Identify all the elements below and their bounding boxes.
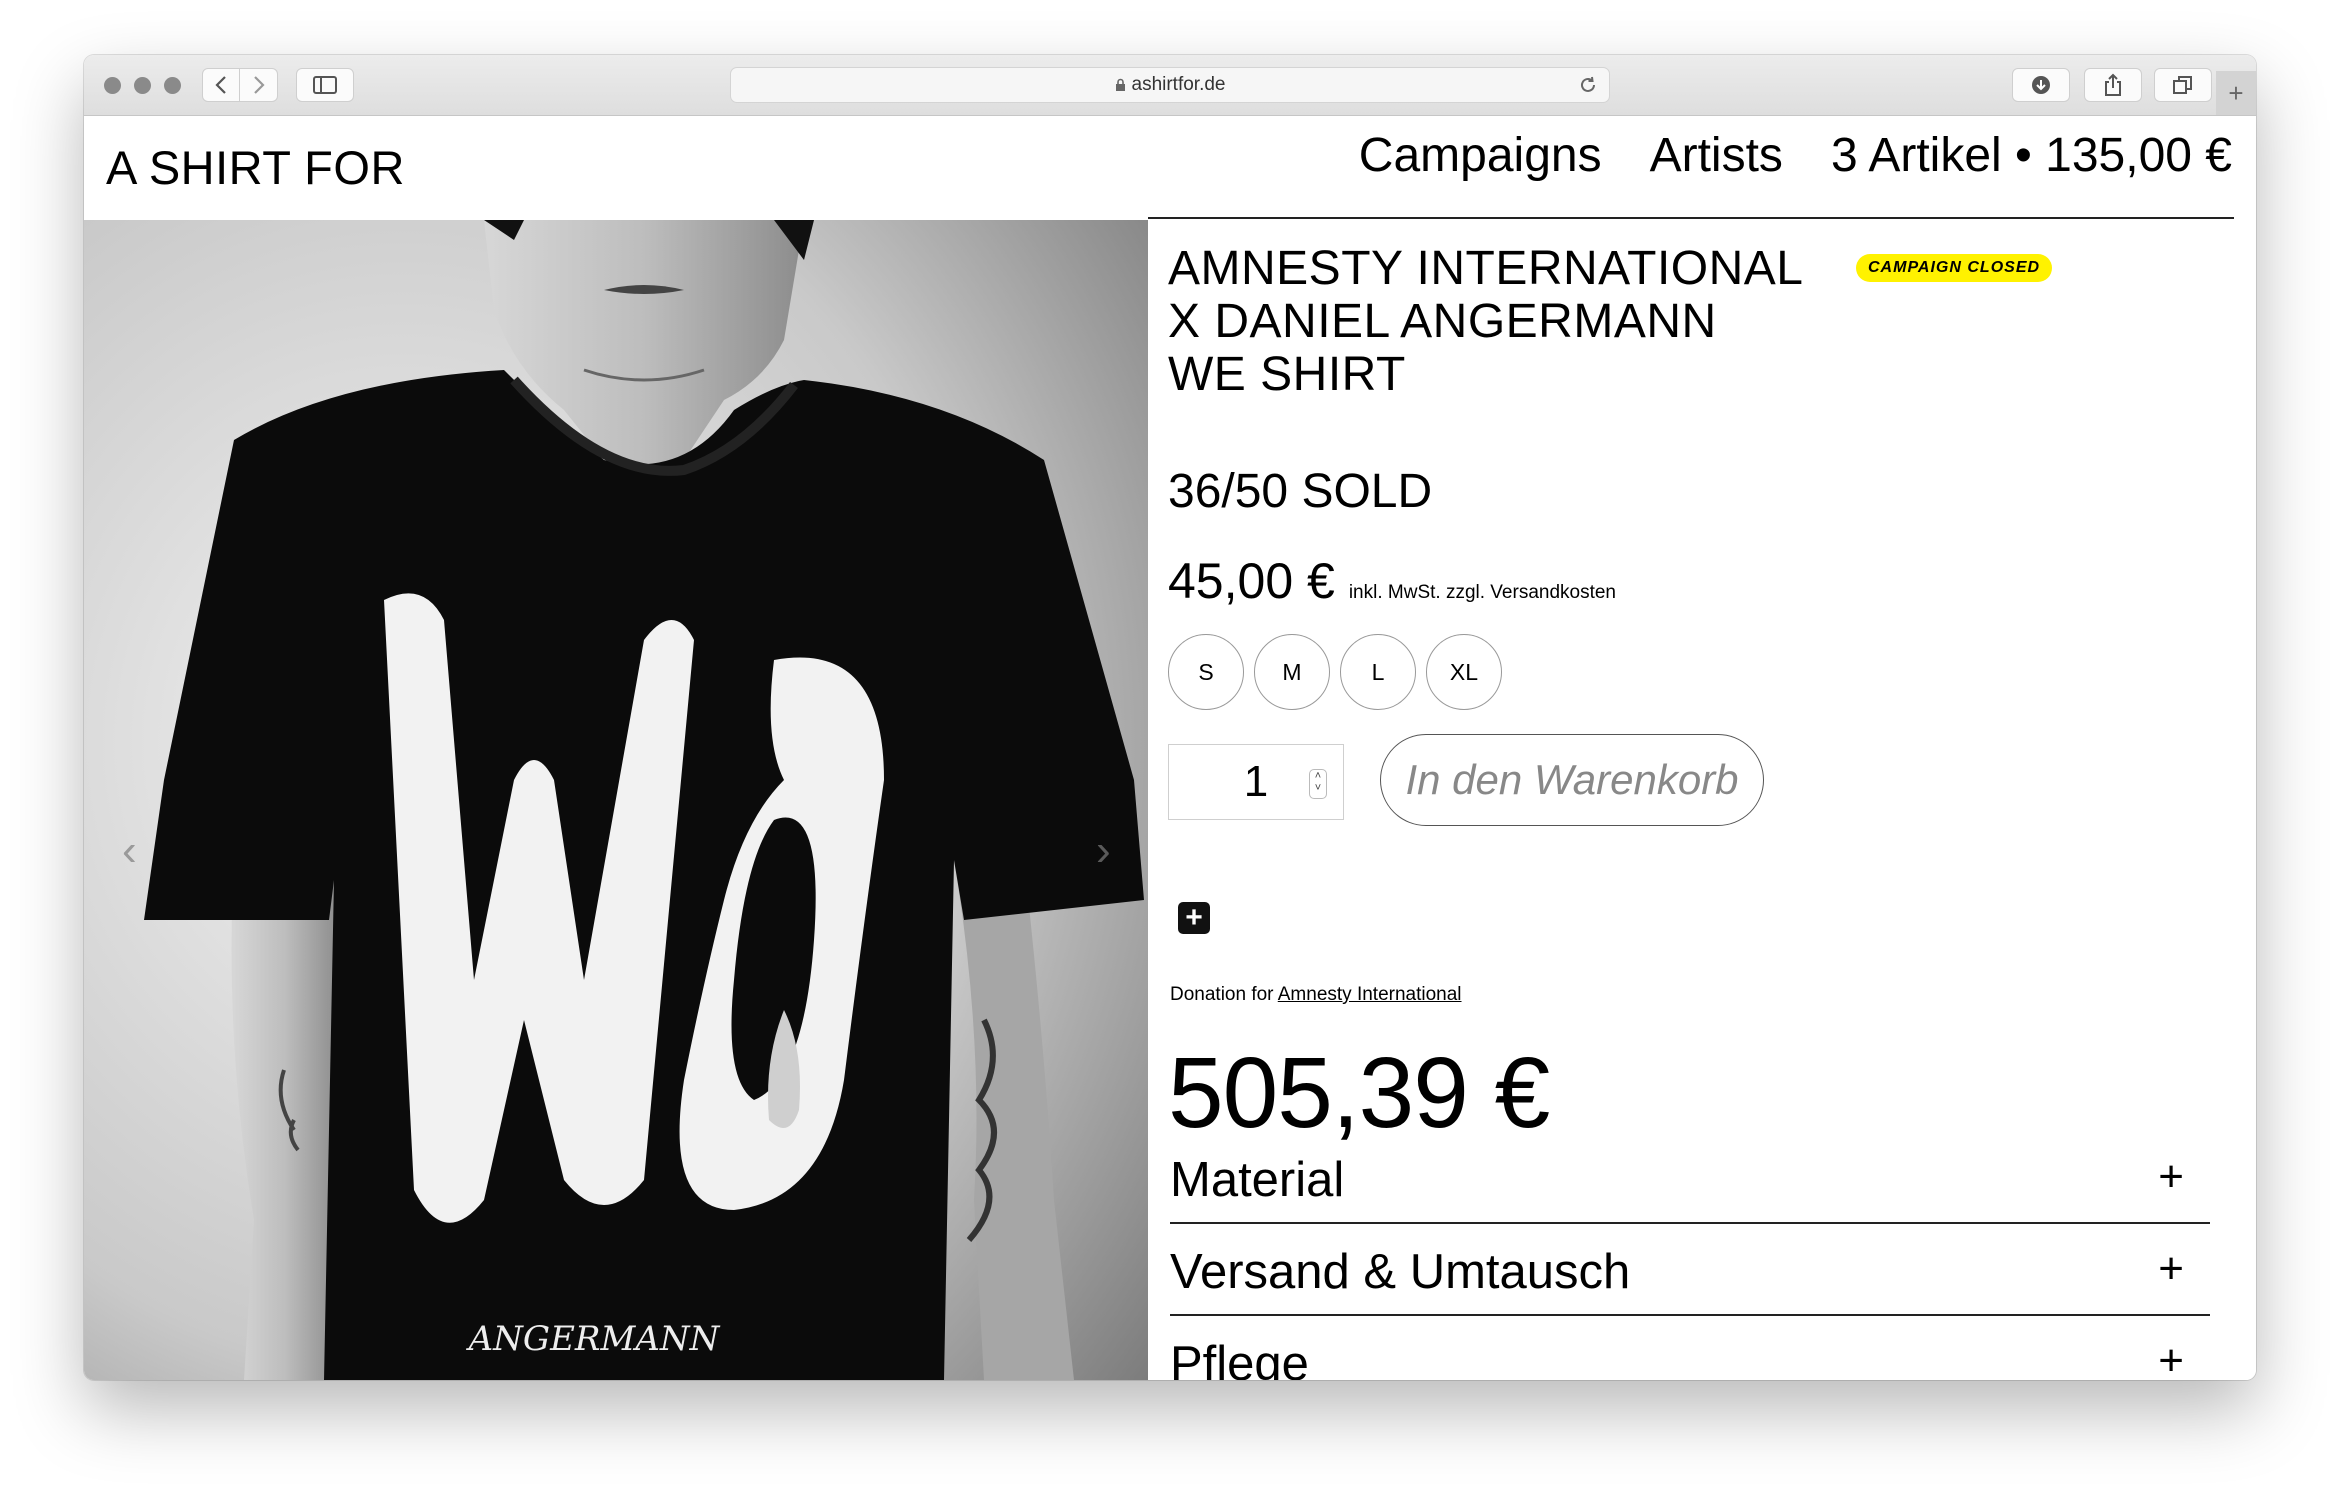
size-option-xl[interactable]: XL bbox=[1426, 634, 1502, 710]
main-nav: Campaigns Artists 3 Artikel • 135,00 € bbox=[1359, 128, 2232, 183]
minimize-window-button[interactable] bbox=[134, 77, 151, 94]
gallery-prev-arrow[interactable]: ‹ bbox=[122, 826, 137, 876]
web-page: A SHIRT FOR Campaigns Artists 3 Artikel … bbox=[84, 116, 2256, 1380]
size-option-s[interactable]: S bbox=[1168, 634, 1244, 710]
product-title: AMNESTY INTERNATIONAL X DANIEL ANGERMANN… bbox=[1168, 242, 1803, 401]
tab-overview-button[interactable] bbox=[2154, 68, 2212, 102]
accordion-care[interactable]: Pflege + bbox=[1170, 1316, 2210, 1380]
header-divider bbox=[1148, 217, 2234, 219]
sidebar-toggle-button[interactable] bbox=[296, 68, 354, 102]
gallery-next-arrow[interactable]: › bbox=[1096, 826, 1111, 876]
title-line-2: X DANIEL ANGERMANN bbox=[1168, 295, 1717, 348]
accordion-material[interactable]: Material + bbox=[1170, 1132, 2210, 1224]
address-bar[interactable]: ashirtfor.de bbox=[730, 67, 1610, 103]
plus-icon[interactable]: + bbox=[2158, 1244, 2184, 1294]
chevron-left-icon bbox=[215, 76, 226, 94]
product-price: 45,00 € bbox=[1168, 553, 1335, 609]
tabs-icon bbox=[2173, 76, 2192, 94]
url-text: ashirtfor.de bbox=[1131, 74, 1226, 95]
expand-plus-icon[interactable]: + bbox=[1178, 902, 1210, 934]
accordion-shipping[interactable]: Versand & Umtausch + bbox=[1170, 1224, 2210, 1316]
product-image: ANGERMANN ‹ › bbox=[84, 220, 1148, 1380]
sold-count: 36/50 SOLD bbox=[1168, 465, 1433, 518]
model-photo: ANGERMANN bbox=[84, 220, 1148, 1380]
nav-artists[interactable]: Artists bbox=[1650, 128, 1783, 183]
share-icon bbox=[2105, 73, 2121, 96]
chevron-right-icon bbox=[253, 76, 265, 94]
quantity-value: 1 bbox=[1243, 757, 1269, 806]
price-block: 45,00 € inkl. MwSt. zzgl. Versandkosten bbox=[1168, 552, 1616, 610]
donation-info: Donation for Amnesty International bbox=[1170, 984, 1462, 1006]
accordion-label: Material bbox=[1170, 1153, 1345, 1207]
reload-icon[interactable] bbox=[1577, 74, 1599, 96]
browser-toolbar: ashirtfor.de + bbox=[84, 55, 2256, 116]
downloads-button[interactable] bbox=[2012, 68, 2070, 102]
stepper-arrows-icon[interactable]: ˄ ˅ bbox=[1309, 769, 1327, 799]
shirt-signature: ANGERMANN bbox=[466, 1319, 721, 1359]
donation-prefix: Donation for bbox=[1170, 984, 1274, 1005]
plus-icon: + bbox=[2228, 77, 2244, 108]
campaign-status-badge: CAMPAIGN CLOSED bbox=[1856, 254, 2053, 282]
plus-icon[interactable]: + bbox=[2158, 1152, 2184, 1202]
plus-icon[interactable]: + bbox=[2158, 1336, 2184, 1380]
accordion-label: Versand & Umtausch bbox=[1170, 1245, 1631, 1299]
new-tab-button[interactable]: + bbox=[2216, 71, 2256, 115]
nav-campaigns[interactable]: Campaigns bbox=[1359, 128, 1602, 183]
size-selector: S M L XL bbox=[1168, 634, 1502, 710]
add-to-cart-button[interactable]: In den Warenkorb bbox=[1380, 734, 1764, 826]
share-button[interactable] bbox=[2084, 68, 2142, 102]
forward-button[interactable] bbox=[240, 68, 278, 102]
price-note: inkl. MwSt. zzgl. Versandkosten bbox=[1348, 582, 1616, 603]
download-icon bbox=[2032, 76, 2050, 94]
size-option-m[interactable]: M bbox=[1254, 634, 1330, 710]
back-button[interactable] bbox=[202, 68, 240, 102]
browser-window: ashirtfor.de + A SHIRT FOR Campaigns Art… bbox=[84, 55, 2256, 1380]
title-line-3: WE SHIRT bbox=[1168, 348, 1406, 401]
site-logo[interactable]: A SHIRT FOR bbox=[106, 140, 405, 195]
zoom-window-button[interactable] bbox=[164, 77, 181, 94]
close-window-button[interactable] bbox=[104, 77, 121, 94]
size-option-l[interactable]: L bbox=[1340, 634, 1416, 710]
quantity-stepper[interactable]: 1 ˄ ˅ bbox=[1168, 744, 1344, 820]
title-line-1: AMNESTY INTERNATIONAL bbox=[1168, 242, 1804, 295]
accordion-label: Pflege bbox=[1170, 1337, 1309, 1380]
sidebar-icon bbox=[313, 76, 337, 94]
lock-icon bbox=[1115, 78, 1125, 91]
nav-cart[interactable]: 3 Artikel • 135,00 € bbox=[1831, 128, 2232, 183]
donation-org-link[interactable]: Amnesty International bbox=[1278, 984, 1462, 1005]
